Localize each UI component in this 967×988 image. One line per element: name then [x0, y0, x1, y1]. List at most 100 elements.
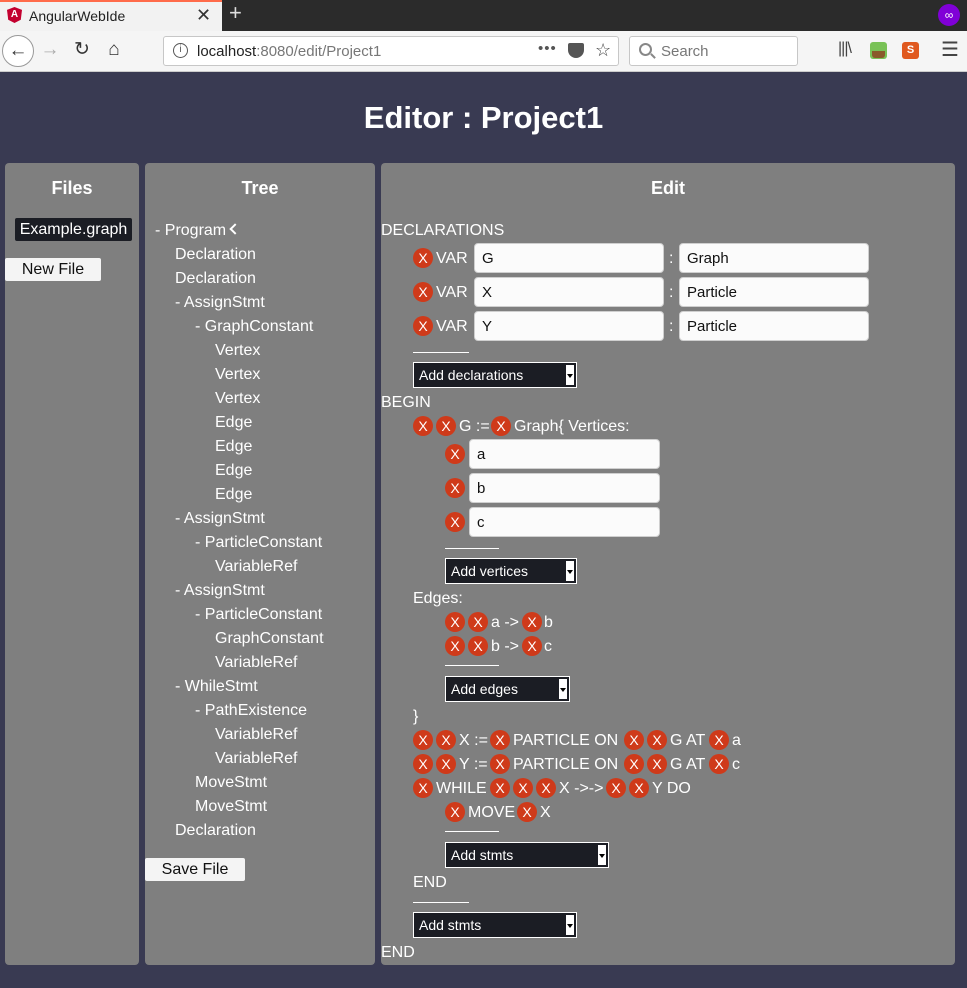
declaration-name-input[interactable]: [474, 311, 664, 341]
new-file-button[interactable]: New File: [5, 258, 101, 281]
page-actions-icon[interactable]: •••: [538, 40, 557, 57]
delete-edge-button[interactable]: X: [445, 612, 465, 632]
vertex-input[interactable]: [469, 507, 660, 537]
tree-node[interactable]: MoveStmt: [195, 774, 267, 792]
hamburger-menu-icon[interactable]: ☰: [941, 37, 959, 62]
back-icon[interactable]: ←: [2, 35, 34, 67]
tree-node[interactable]: - AssignStmt: [175, 294, 265, 312]
add-edges-select[interactable]: Add edges: [445, 676, 570, 702]
tree-node[interactable]: Vertex: [215, 366, 260, 384]
chevron-left-icon[interactable]: [229, 223, 241, 235]
browser-tab[interactable]: A AngularWebIde ✕: [0, 0, 222, 31]
info-icon[interactable]: i: [173, 43, 188, 58]
url-bar[interactable]: i localhost:8080/edit/Project1 ••• ☆: [163, 36, 619, 66]
delete-graph-ref-button[interactable]: X: [647, 754, 667, 774]
delete-graph-constant-button[interactable]: X: [624, 754, 644, 774]
tree-node[interactable]: VariableRef: [215, 750, 297, 768]
tree-node[interactable]: - WhileStmt: [175, 678, 258, 696]
forward-icon[interactable]: →: [34, 35, 66, 67]
tree-node[interactable]: - PathExistence: [195, 702, 307, 720]
delete-edge-to-button[interactable]: X: [522, 636, 542, 656]
delete-move-target-button[interactable]: X: [517, 802, 537, 822]
tree-node[interactable]: Edge: [215, 486, 252, 504]
delete-path-button[interactable]: X: [513, 778, 533, 798]
vertex-input[interactable]: [469, 473, 660, 503]
delete-statement-button[interactable]: X: [413, 416, 433, 436]
delete-edge-button[interactable]: X: [445, 636, 465, 656]
extension-plant-icon[interactable]: [870, 42, 887, 59]
tree-node[interactable]: VariableRef: [215, 726, 297, 744]
delete-path-ref-button[interactable]: X: [629, 778, 649, 798]
delete-particle-button[interactable]: X: [490, 754, 510, 774]
delete-edge-from-button[interactable]: X: [468, 636, 488, 656]
home-icon[interactable]: ⌂: [98, 35, 130, 67]
tree-node[interactable]: - GraphConstant: [195, 318, 313, 336]
delete-vertex-ref-button[interactable]: X: [709, 730, 729, 750]
delete-vertex-button[interactable]: X: [445, 478, 465, 498]
tree-node[interactable]: - AssignStmt: [175, 510, 265, 528]
delete-variable-button[interactable]: X: [436, 754, 456, 774]
tree-node[interactable]: Declaration: [175, 270, 256, 288]
declaration-name-input[interactable]: [474, 277, 664, 307]
tree-node[interactable]: VariableRef: [215, 558, 297, 576]
library-icon[interactable]: |||\: [838, 40, 852, 58]
delete-edge-to-button[interactable]: X: [522, 612, 542, 632]
tree-node[interactable]: Edge: [215, 438, 252, 456]
delete-graph-button[interactable]: X: [491, 416, 511, 436]
tree-node[interactable]: Vertex: [215, 342, 260, 360]
close-tab-icon[interactable]: ✕: [196, 5, 211, 26]
delete-statement-button[interactable]: X: [413, 754, 433, 774]
save-file-button[interactable]: Save File: [145, 858, 245, 881]
delete-while-button[interactable]: X: [413, 778, 433, 798]
url-text[interactable]: localhost:8080/edit/Project1: [197, 43, 381, 60]
delete-declaration-button[interactable]: X: [413, 282, 433, 302]
delete-particle-button[interactable]: X: [490, 730, 510, 750]
extension-s-icon[interactable]: S: [902, 42, 919, 59]
delete-vertex-button[interactable]: X: [445, 444, 465, 464]
add-stmts-select[interactable]: Add stmts: [445, 842, 609, 868]
tree-node[interactable]: GraphConstant: [215, 630, 324, 648]
declaration-type-input[interactable]: [679, 243, 869, 273]
tree-node[interactable]: Vertex: [215, 390, 260, 408]
delete-variable-button[interactable]: X: [436, 730, 456, 750]
delete-path-from-button[interactable]: X: [536, 778, 556, 798]
delete-condition-button[interactable]: X: [490, 778, 510, 798]
delete-path-to-button[interactable]: X: [606, 778, 626, 798]
tree-node[interactable]: - AssignStmt: [175, 582, 265, 600]
tree-node[interactable]: MoveStmt: [195, 798, 267, 816]
declaration-type-input[interactable]: [679, 277, 869, 307]
tree-node[interactable]: - ParticleConstant: [195, 606, 322, 624]
add-declarations-select[interactable]: Add declarations: [413, 362, 577, 388]
new-tab-icon[interactable]: +: [229, 0, 242, 26]
delete-graph-constant-button[interactable]: X: [624, 730, 644, 750]
pocket-icon[interactable]: [568, 43, 584, 58]
tree-node[interactable]: Edge: [215, 462, 252, 480]
divider: [413, 352, 469, 353]
delete-vertex-ref-button[interactable]: X: [709, 754, 729, 774]
vertex-input[interactable]: [469, 439, 660, 469]
edit-title: Edit: [651, 178, 685, 198]
bookmark-star-icon[interactable]: ☆: [595, 40, 611, 61]
tree-node[interactable]: Edge: [215, 414, 252, 432]
add-stmts-select[interactable]: Add stmts: [413, 912, 577, 938]
declaration-type-input[interactable]: [679, 311, 869, 341]
declaration-name-input[interactable]: [474, 243, 664, 273]
search-input[interactable]: Search: [629, 36, 798, 66]
tree-node[interactable]: VariableRef: [215, 654, 297, 672]
delete-vertex-button[interactable]: X: [445, 512, 465, 532]
tree-node[interactable]: Declaration: [175, 822, 256, 840]
delete-edge-from-button[interactable]: X: [468, 612, 488, 632]
add-vertices-select[interactable]: Add vertices: [445, 558, 577, 584]
delete-variable-button[interactable]: X: [436, 416, 456, 436]
file-item-example-graph[interactable]: Example.graph: [15, 218, 132, 241]
delete-declaration-button[interactable]: X: [413, 316, 433, 336]
tree-node[interactable]: - ParticleConstant: [195, 534, 322, 552]
angular-icon: A: [7, 7, 22, 23]
delete-move-button[interactable]: X: [445, 802, 465, 822]
delete-declaration-button[interactable]: X: [413, 248, 433, 268]
tree-node[interactable]: - Program: [155, 222, 241, 240]
delete-graph-ref-button[interactable]: X: [647, 730, 667, 750]
reload-icon[interactable]: ↻: [66, 35, 98, 67]
tree-node[interactable]: Declaration: [175, 246, 256, 264]
delete-statement-button[interactable]: X: [413, 730, 433, 750]
